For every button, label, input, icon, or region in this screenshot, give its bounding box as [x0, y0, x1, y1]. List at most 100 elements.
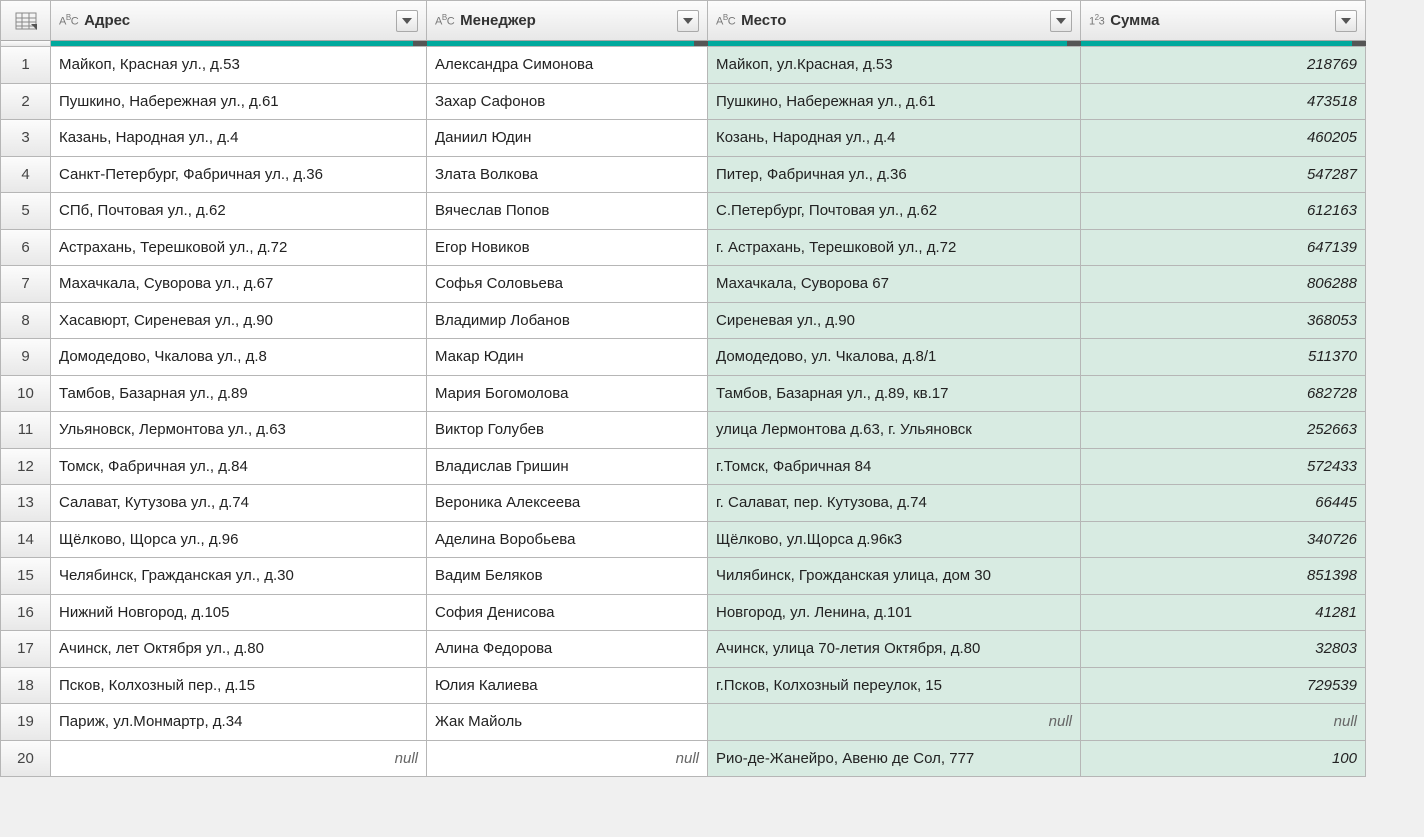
- row-number[interactable]: 12: [1, 449, 51, 486]
- cell-place[interactable]: Пушкино, Набережная ул., д.61: [708, 84, 1081, 121]
- cell-place[interactable]: Ачинск, улица 70-летия Октября, д.80: [708, 631, 1081, 668]
- cell-sum[interactable]: 547287: [1081, 157, 1366, 194]
- cell-sum[interactable]: 252663: [1081, 412, 1366, 449]
- column-header-2[interactable]: ABCМесто: [708, 1, 1081, 41]
- cell-manager[interactable]: Александра Симонова: [427, 47, 708, 84]
- cell-address[interactable]: Челябинск, Гражданская ул., д.30: [51, 558, 427, 595]
- cell-sum[interactable]: null: [1081, 704, 1366, 741]
- cell-place[interactable]: Майкоп, ул.Красная, д.53: [708, 47, 1081, 84]
- row-number[interactable]: 17: [1, 631, 51, 668]
- cell-sum[interactable]: 340726: [1081, 522, 1366, 559]
- cell-place[interactable]: Питер, Фабричная ул., д.36: [708, 157, 1081, 194]
- cell-address[interactable]: Нижний Новгород, д.105: [51, 595, 427, 632]
- cell-sum[interactable]: 218769: [1081, 47, 1366, 84]
- column-filter-button[interactable]: [677, 10, 699, 32]
- cell-sum[interactable]: 66445: [1081, 485, 1366, 522]
- row-number[interactable]: 3: [1, 120, 51, 157]
- cell-manager[interactable]: Алина Федорова: [427, 631, 708, 668]
- cell-address[interactable]: Париж, ул.Монмартр, д.34: [51, 704, 427, 741]
- cell-address[interactable]: Псков, Колхозный пер., д.15: [51, 668, 427, 705]
- row-number[interactable]: 16: [1, 595, 51, 632]
- cell-place[interactable]: С.Петербург, Почтовая ул., д.62: [708, 193, 1081, 230]
- cell-sum[interactable]: 572433: [1081, 449, 1366, 486]
- cell-sum[interactable]: 729539: [1081, 668, 1366, 705]
- cell-address[interactable]: Салават, Кутузова ул., д.74: [51, 485, 427, 522]
- cell-manager[interactable]: Юлия Калиева: [427, 668, 708, 705]
- cell-address[interactable]: Ульяновск, Лермонтова ул., д.63: [51, 412, 427, 449]
- cell-sum[interactable]: 460205: [1081, 120, 1366, 157]
- cell-address[interactable]: Майкоп, Красная ул., д.53: [51, 47, 427, 84]
- cell-sum[interactable]: 32803: [1081, 631, 1366, 668]
- cell-place[interactable]: Тамбов, Базарная ул., д.89, кв.17: [708, 376, 1081, 413]
- cell-manager[interactable]: Вячеслав Попов: [427, 193, 708, 230]
- cell-address[interactable]: Щёлково, Щорса ул., д.96: [51, 522, 427, 559]
- cell-place[interactable]: г. Салават, пер. Кутузова, д.74: [708, 485, 1081, 522]
- cell-address[interactable]: СПб, Почтовая ул., д.62: [51, 193, 427, 230]
- cell-manager[interactable]: Аделина Воробьева: [427, 522, 708, 559]
- cell-manager[interactable]: Злата Волкова: [427, 157, 708, 194]
- row-number[interactable]: 18: [1, 668, 51, 705]
- cell-place[interactable]: Щёлково, ул.Щорса д.96к3: [708, 522, 1081, 559]
- cell-address[interactable]: Махачкала, Суворова ул., д.67: [51, 266, 427, 303]
- cell-sum[interactable]: 682728: [1081, 376, 1366, 413]
- row-number[interactable]: 14: [1, 522, 51, 559]
- cell-sum[interactable]: 612163: [1081, 193, 1366, 230]
- cell-address[interactable]: Пушкино, Набережная ул., д.61: [51, 84, 427, 121]
- cell-address[interactable]: Тамбов, Базарная ул., д.89: [51, 376, 427, 413]
- cell-sum[interactable]: 851398: [1081, 558, 1366, 595]
- cell-manager[interactable]: Даниил Юдин: [427, 120, 708, 157]
- column-header-3[interactable]: 123Сумма: [1081, 1, 1366, 41]
- column-header-1[interactable]: ABCМенеджер: [427, 1, 708, 41]
- column-filter-button[interactable]: [396, 10, 418, 32]
- row-number[interactable]: 10: [1, 376, 51, 413]
- cell-manager[interactable]: Макар Юдин: [427, 339, 708, 376]
- column-resize-handle[interactable]: [694, 41, 708, 46]
- cell-address[interactable]: Хасавюрт, Сиреневая ул., д.90: [51, 303, 427, 340]
- row-number[interactable]: 20: [1, 741, 51, 778]
- cell-manager[interactable]: Виктор Голубев: [427, 412, 708, 449]
- cell-place[interactable]: г.Псков, Колхозный переулок, 15: [708, 668, 1081, 705]
- cell-sum[interactable]: 511370: [1081, 339, 1366, 376]
- cell-sum[interactable]: 368053: [1081, 303, 1366, 340]
- row-number[interactable]: 2: [1, 84, 51, 121]
- cell-address[interactable]: Ачинск, лет Октября ул., д.80: [51, 631, 427, 668]
- cell-manager[interactable]: Егор Новиков: [427, 230, 708, 267]
- cell-place[interactable]: null: [708, 704, 1081, 741]
- cell-place[interactable]: Рио-де-Жанейро, Авеню де Сол, 777: [708, 741, 1081, 778]
- column-header-0[interactable]: ABCАдрес: [51, 1, 427, 41]
- row-number[interactable]: 19: [1, 704, 51, 741]
- cell-sum[interactable]: 473518: [1081, 84, 1366, 121]
- cell-manager[interactable]: Вадим Беляков: [427, 558, 708, 595]
- cell-place[interactable]: Чилябинск, Грожданская улица, дом 30: [708, 558, 1081, 595]
- cell-manager[interactable]: Захар Сафонов: [427, 84, 708, 121]
- column-resize-handle[interactable]: [1352, 41, 1366, 46]
- row-number[interactable]: 8: [1, 303, 51, 340]
- cell-manager[interactable]: Софья Соловьева: [427, 266, 708, 303]
- cell-place[interactable]: Козань, Народная ул., д.4: [708, 120, 1081, 157]
- row-number[interactable]: 4: [1, 157, 51, 194]
- cell-sum[interactable]: 806288: [1081, 266, 1366, 303]
- cell-address[interactable]: Астрахань, Терешковой ул., д.72: [51, 230, 427, 267]
- column-resize-handle[interactable]: [1067, 41, 1081, 46]
- cell-place[interactable]: Домодедово, ул. Чкалова, д.8/1: [708, 339, 1081, 376]
- cell-manager[interactable]: София Денисова: [427, 595, 708, 632]
- row-number[interactable]: 15: [1, 558, 51, 595]
- row-number[interactable]: 5: [1, 193, 51, 230]
- cell-sum[interactable]: 100: [1081, 741, 1366, 778]
- cell-manager[interactable]: Вероника Алексеева: [427, 485, 708, 522]
- row-number[interactable]: 9: [1, 339, 51, 376]
- row-number[interactable]: 6: [1, 230, 51, 267]
- cell-address[interactable]: Томск, Фабричная ул., д.84: [51, 449, 427, 486]
- cell-place[interactable]: Махачкала, Суворова 67: [708, 266, 1081, 303]
- cell-manager[interactable]: null: [427, 741, 708, 778]
- row-number[interactable]: 13: [1, 485, 51, 522]
- cell-address[interactable]: Санкт-Петербург, Фабричная ул., д.36: [51, 157, 427, 194]
- column-filter-button[interactable]: [1050, 10, 1072, 32]
- row-number[interactable]: 7: [1, 266, 51, 303]
- column-resize-handle[interactable]: [413, 41, 427, 46]
- cell-manager[interactable]: Владислав Гришин: [427, 449, 708, 486]
- cell-place[interactable]: г. Астрахань, Терешковой ул., д.72: [708, 230, 1081, 267]
- cell-address[interactable]: Домодедово, Чкалова ул., д.8: [51, 339, 427, 376]
- cell-address[interactable]: Казань, Народная ул., д.4: [51, 120, 427, 157]
- cell-manager[interactable]: Жак Майоль: [427, 704, 708, 741]
